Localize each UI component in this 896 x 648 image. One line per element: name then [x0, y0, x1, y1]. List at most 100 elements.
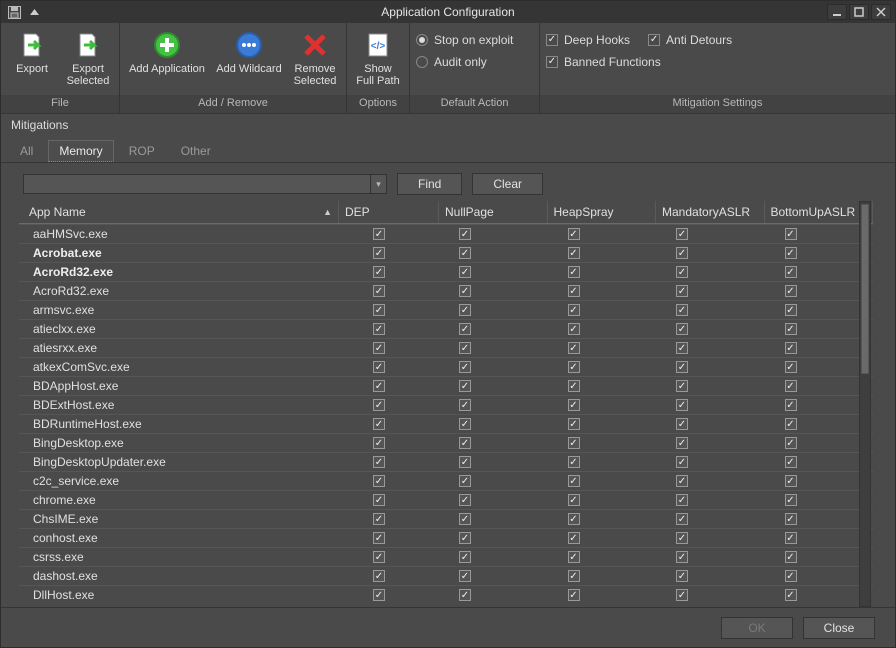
checkbox-icon[interactable] — [568, 570, 580, 582]
checkbox-icon[interactable] — [676, 285, 688, 297]
checkbox-icon[interactable] — [568, 456, 580, 468]
checkbox-icon[interactable] — [568, 399, 580, 411]
check-anti-detours[interactable]: Anti Detours — [648, 33, 732, 47]
radio-stop-on-exploit[interactable]: Stop on exploit — [416, 33, 513, 47]
column-app-name[interactable]: App Name ▲ — [19, 201, 339, 223]
checkbox-icon[interactable] — [785, 304, 797, 316]
checkbox-icon[interactable] — [676, 456, 688, 468]
table-row[interactable]: dashost.exe — [19, 566, 873, 585]
table-row[interactable]: BDAppHost.exe — [19, 376, 873, 395]
checkbox-icon[interactable] — [785, 323, 797, 335]
checkbox-icon[interactable] — [459, 399, 471, 411]
checkbox-icon[interactable] — [373, 437, 385, 449]
checkbox-icon[interactable] — [676, 228, 688, 240]
checkbox-icon[interactable] — [568, 266, 580, 278]
checkbox-icon[interactable] — [568, 494, 580, 506]
add-application-button[interactable]: Add Application — [126, 27, 208, 77]
column-heapspray[interactable]: HeapSpray — [548, 201, 657, 223]
table-row[interactable]: conhost.exe — [19, 528, 873, 547]
checkbox-icon[interactable] — [373, 323, 385, 335]
checkbox-icon[interactable] — [676, 304, 688, 316]
vertical-scrollbar[interactable] — [859, 201, 871, 607]
table-row[interactable]: BDExtHost.exe — [19, 395, 873, 414]
checkbox-icon[interactable] — [785, 551, 797, 563]
show-full-path-button[interactable]: </> Show Full Path — [353, 27, 403, 89]
checkbox-icon[interactable] — [785, 285, 797, 297]
checkbox-icon[interactable] — [459, 532, 471, 544]
checkbox-icon[interactable] — [373, 551, 385, 563]
checkbox-icon[interactable] — [459, 475, 471, 487]
checkbox-icon[interactable] — [568, 475, 580, 487]
checkbox-icon[interactable] — [785, 228, 797, 240]
tab-rop[interactable]: ROP — [118, 140, 166, 162]
checkbox-icon[interactable] — [785, 589, 797, 601]
table-row[interactable]: DllHost.exe — [19, 585, 873, 604]
checkbox-icon[interactable] — [459, 304, 471, 316]
checkbox-icon[interactable] — [373, 456, 385, 468]
column-bottomupaslr[interactable]: BottomUpASLR — [765, 201, 874, 223]
clear-button[interactable]: Clear — [472, 173, 543, 195]
checkbox-icon[interactable] — [373, 361, 385, 373]
checkbox-icon[interactable] — [373, 247, 385, 259]
checkbox-icon[interactable] — [459, 323, 471, 335]
checkbox-icon[interactable] — [568, 380, 580, 392]
checkbox-icon[interactable] — [676, 532, 688, 544]
checkbox-icon[interactable] — [459, 551, 471, 563]
checkbox-icon[interactable] — [676, 437, 688, 449]
checkbox-icon[interactable] — [676, 570, 688, 582]
search-input[interactable] — [23, 174, 371, 194]
table-row[interactable]: atieclxx.exe — [19, 319, 873, 338]
checkbox-icon[interactable] — [785, 532, 797, 544]
export-selected-button[interactable]: Export Selected — [63, 27, 113, 89]
check-banned-functions[interactable]: Banned Functions — [546, 55, 732, 69]
minimize-button[interactable] — [827, 4, 847, 20]
checkbox-icon[interactable] — [568, 304, 580, 316]
checkbox-icon[interactable] — [373, 228, 385, 240]
checkbox-icon[interactable] — [676, 551, 688, 563]
checkbox-icon[interactable] — [676, 399, 688, 411]
table-row[interactable]: BDRuntimeHost.exe — [19, 414, 873, 433]
checkbox-icon[interactable] — [568, 247, 580, 259]
checkbox-icon[interactable] — [785, 380, 797, 392]
column-nullpage[interactable]: NullPage — [439, 201, 548, 223]
checkbox-icon[interactable] — [459, 513, 471, 525]
checkbox-icon[interactable] — [373, 475, 385, 487]
checkbox-icon[interactable] — [676, 589, 688, 601]
checkbox-icon[interactable] — [373, 494, 385, 506]
checkbox-icon[interactable] — [568, 437, 580, 449]
table-row[interactable]: AcroRd32.exe — [19, 262, 873, 281]
checkbox-icon[interactable] — [676, 494, 688, 506]
checkbox-icon[interactable] — [459, 437, 471, 449]
checkbox-icon[interactable] — [568, 532, 580, 544]
checkbox-icon[interactable] — [459, 342, 471, 354]
radio-audit-only[interactable]: Audit only — [416, 55, 513, 69]
table-row[interactable]: Acrobat.exe — [19, 243, 873, 262]
checkbox-icon[interactable] — [373, 418, 385, 430]
checkbox-icon[interactable] — [785, 266, 797, 278]
checkbox-icon[interactable] — [459, 589, 471, 601]
checkbox-icon[interactable] — [676, 323, 688, 335]
checkbox-icon[interactable] — [459, 285, 471, 297]
maximize-button[interactable] — [849, 4, 869, 20]
table-row[interactable]: armsvc.exe — [19, 300, 873, 319]
checkbox-icon[interactable] — [373, 589, 385, 601]
checkbox-icon[interactable] — [373, 380, 385, 392]
checkbox-icon[interactable] — [676, 380, 688, 392]
dropdown-arrow-icon[interactable]: ▾ — [371, 174, 387, 194]
checkbox-icon[interactable] — [568, 361, 580, 373]
checkbox-icon[interactable] — [676, 266, 688, 278]
table-row[interactable]: chrome.exe — [19, 490, 873, 509]
checkbox-icon[interactable] — [459, 228, 471, 240]
checkbox-icon[interactable] — [568, 551, 580, 563]
checkbox-icon[interactable] — [459, 247, 471, 259]
checkbox-icon[interactable] — [568, 228, 580, 240]
tab-other[interactable]: Other — [170, 140, 222, 162]
checkbox-icon[interactable] — [785, 437, 797, 449]
tab-memory[interactable]: Memory — [48, 140, 113, 162]
checkbox-icon[interactable] — [568, 418, 580, 430]
remove-selected-button[interactable]: Remove Selected — [290, 27, 340, 89]
table-row[interactable]: BingDesktop.exe — [19, 433, 873, 452]
checkbox-icon[interactable] — [568, 513, 580, 525]
checkbox-icon[interactable] — [568, 323, 580, 335]
table-row[interactable]: c2c_service.exe — [19, 471, 873, 490]
